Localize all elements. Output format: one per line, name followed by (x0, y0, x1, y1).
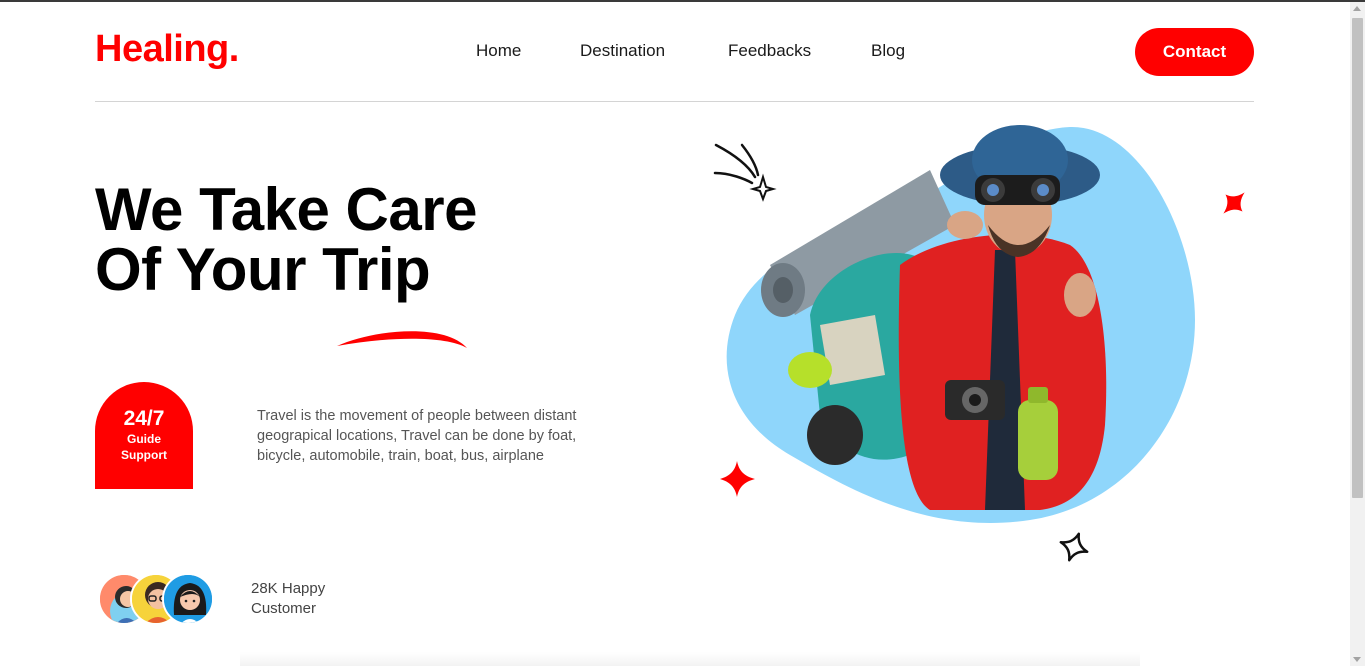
support-hours: 24/7 (123, 407, 165, 430)
happy-customers-count: 28K Happy (251, 580, 326, 597)
brand-logo[interactable]: Healing. (95, 28, 239, 71)
underline-swoosh-icon (337, 331, 467, 348)
shooting-star-icon (713, 143, 777, 202)
customer-avatars (98, 573, 218, 625)
nav-blog[interactable]: Blog (871, 41, 905, 61)
window-top-border (0, 0, 1365, 2)
scroll-up-icon[interactable] (1353, 6, 1361, 11)
nav-destination[interactable]: Destination (580, 41, 665, 61)
contact-button[interactable]: Contact (1135, 28, 1254, 76)
sparkle-icon (1059, 532, 1089, 562)
headline-line-2: Of Your Trip (95, 236, 431, 303)
scrollbar-thumb[interactable] (1352, 18, 1363, 498)
support-badge: 24/7 Guide Support (95, 382, 193, 489)
sparkle-icon (1223, 192, 1245, 214)
happy-customers: 28K Happy Customer (251, 579, 371, 619)
vertical-scrollbar[interactable] (1350, 2, 1365, 666)
binoculars (975, 175, 1060, 205)
scroll-down-icon[interactable] (1353, 657, 1361, 662)
header-divider (95, 101, 1254, 102)
hero-description: Travel is the movement of people between… (257, 408, 577, 464)
happy-customers-label: Customer (251, 600, 317, 617)
support-label-1: Guide (126, 432, 161, 446)
nav-feedbacks[interactable]: Feedbacks (728, 41, 811, 61)
support-label-2: Support (121, 448, 167, 462)
hero-headline: We Take Care Of Your Trip (95, 180, 477, 300)
avatar-icon (162, 573, 214, 625)
nav-home[interactable]: Home (476, 41, 521, 61)
section-shadow (240, 652, 1140, 666)
sparkle-icon (720, 461, 755, 497)
water-bottle (1018, 400, 1058, 480)
traveler-illustration (713, 125, 1245, 562)
camera (945, 380, 1005, 420)
headline-line-1: We Take Care (95, 176, 477, 243)
